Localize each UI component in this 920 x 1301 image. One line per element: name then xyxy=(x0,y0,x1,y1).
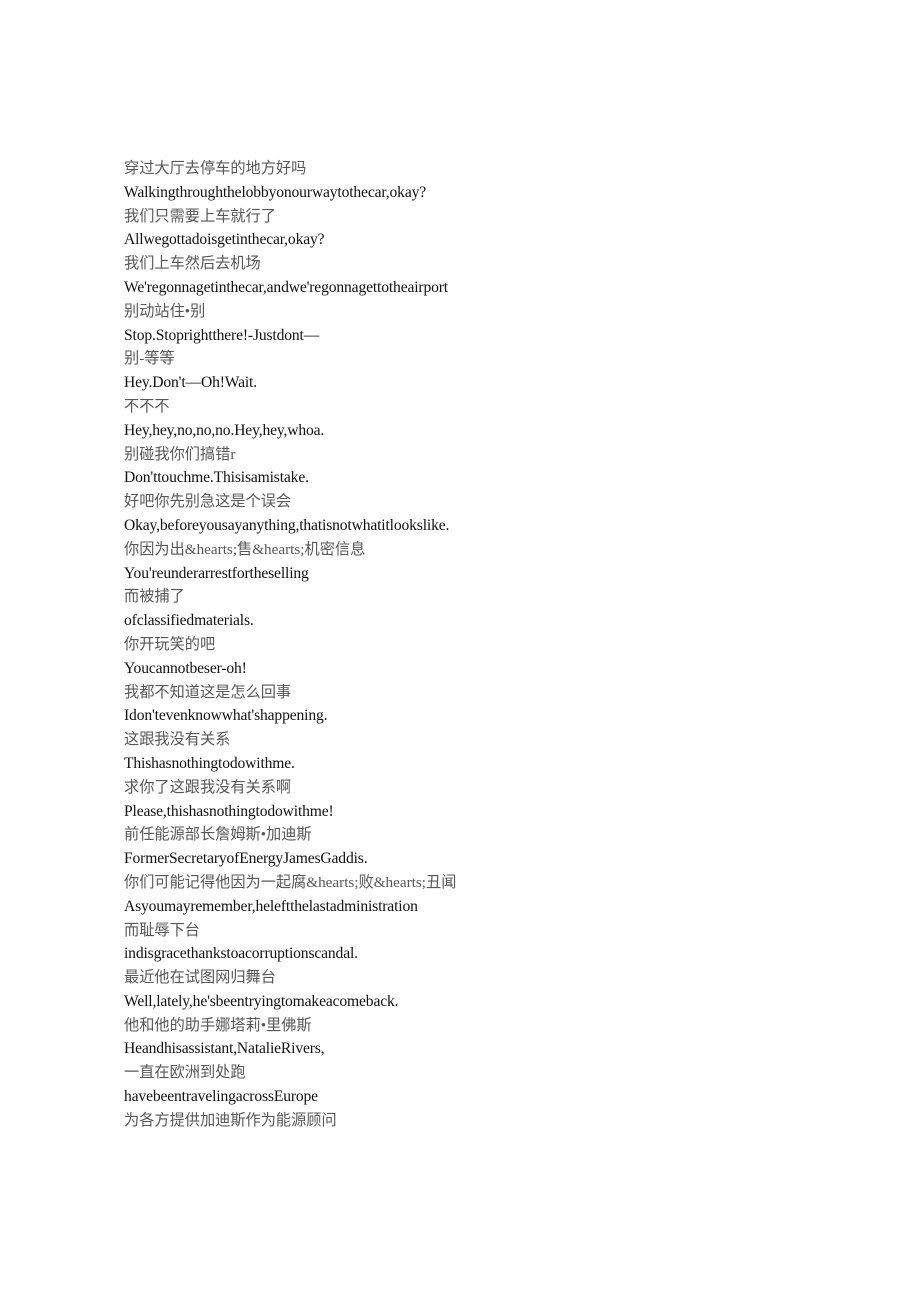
subtitle-line-en: ofclassifiedmaterials. xyxy=(124,612,254,630)
subtitle-line-en: FormerSecretaryofEnergyJamesGaddis. xyxy=(124,850,368,868)
subtitle-line-en: Stop.Stoprightthere!-Justdont— xyxy=(124,326,320,344)
subtitle-line-en: Thishasnothingtodowithme. xyxy=(124,754,295,772)
subtitle-line-en: Don'ttouchme.Thisisamistake. xyxy=(124,469,309,487)
subtitle-line-zh: 别碰我你们搞错r xyxy=(124,445,236,463)
subtitle-line-en: havebeentravelingacrossEurope xyxy=(124,1088,318,1106)
subtitle-line-zh: 你因为出&hearts;售&hearts;机密信息 xyxy=(124,540,366,558)
subtitle-line-zh: 为各方提供加迪斯作为能源顾问 xyxy=(124,1111,337,1129)
subtitle-line-en: Youcannotbeser-oh! xyxy=(124,659,247,677)
subtitle-line-zh: 他和他的助手娜塔莉•里佛斯 xyxy=(124,1016,312,1034)
document-page: 穿过大厅去停车的地方好吗 Walkingthroughthelobbyonourw… xyxy=(0,0,920,1301)
subtitle-line-zh: 别-等等 xyxy=(124,350,175,368)
subtitle-line-zh: 穿过大厅去停车的地方好吗 xyxy=(124,160,307,177)
subtitle-line-zh: 你开玩笑的吧 xyxy=(124,635,216,653)
subtitle-line-zh: 别动站住•别 xyxy=(124,302,206,320)
subtitle-line-en: Heandhisassistant,NatalieRivers, xyxy=(124,1040,325,1058)
subtitle-line-zh: 而被捕了 xyxy=(124,588,185,606)
subtitle-line-en: indisgracethankstoacorruptionscandal. xyxy=(124,945,358,963)
transcript-text-block: 穿过大厅去停车的地方好吗 Walkingthroughthelobbyonourw… xyxy=(124,157,884,1133)
subtitle-line-en: Walkingthroughthelobbyonourwaytothecar,o… xyxy=(124,183,427,201)
subtitle-line-zh: 最近他在试图网归舞台 xyxy=(124,969,276,987)
subtitle-line-zh: 你们可能记得他因为一起腐&hearts;败&hearts;丑闻 xyxy=(124,873,457,891)
subtitle-line-en: Okay,beforeyousayanything,thatisnotwhati… xyxy=(124,516,450,534)
subtitle-line-zh: 我们只需要上车就行了 xyxy=(124,207,276,225)
subtitle-line-en: Please,thishasnothingtodowithme! xyxy=(124,802,334,820)
subtitle-line-en: You'reunderarrestfortheselling xyxy=(124,564,309,582)
subtitle-line-zh: 好吧你先别急这是个误会 xyxy=(124,493,292,511)
subtitle-line-zh: 这跟我没有关系 xyxy=(124,731,231,749)
subtitle-line-zh: 我们上车然后去机场 xyxy=(124,255,261,273)
subtitle-line-zh: 一直在欧洲到处跑 xyxy=(124,1064,246,1082)
subtitle-line-en: Asyoumayremember,heleftthelastadministra… xyxy=(124,897,418,915)
subtitle-line-zh: 不不不 xyxy=(124,397,170,415)
subtitle-line-en: Well,lately,he'sbeentryingtomakeacomebac… xyxy=(124,992,399,1010)
subtitle-line-zh: 而耻辱下台 xyxy=(124,921,200,939)
subtitle-line-en: Hey,hey,no,no,no.Hey,hey,whoa. xyxy=(124,421,325,439)
subtitle-line-zh: 我都不知道这是怎么回事 xyxy=(124,683,292,701)
subtitle-line-en: Allwegottadoisgetinthecar,okay? xyxy=(124,231,325,249)
subtitle-line-en: We'regonnagetinthecar,andwe'regonnagetto… xyxy=(124,278,448,296)
subtitle-line-en: Idon'tevenknowwhat'shappening. xyxy=(124,707,328,725)
subtitle-line-zh: 求你了这跟我没有关系啊 xyxy=(124,778,292,796)
subtitle-line-en: Hey.Don't—Oh!Wait. xyxy=(124,374,257,392)
subtitle-line-zh: 前任能源部长詹姆斯•加迪斯 xyxy=(124,826,312,844)
